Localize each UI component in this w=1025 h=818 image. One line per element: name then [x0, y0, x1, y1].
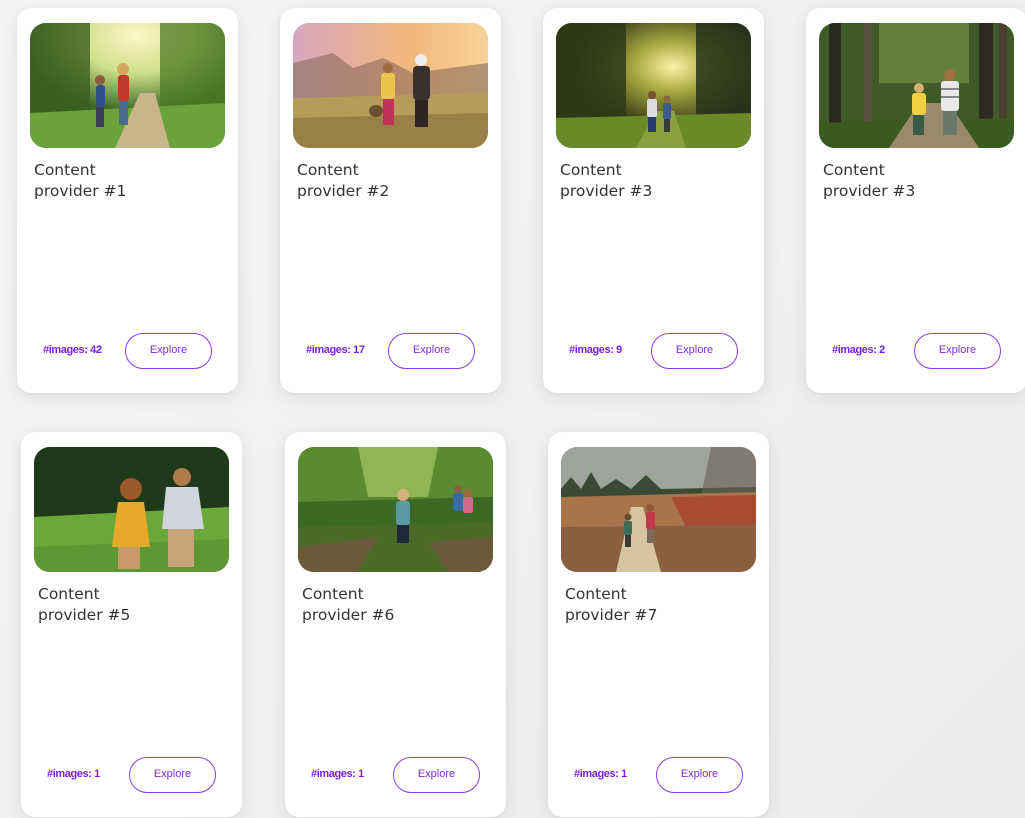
provider-title: Content provider #5: [38, 585, 131, 624]
image-count: #images: 2: [832, 344, 885, 356]
provider-thumbnail[interactable]: [30, 23, 225, 148]
card-footer: #images: 42 Explore: [17, 333, 238, 369]
provider-card: Content provider #7 #images: 1 Explore: [548, 432, 769, 817]
provider-thumbnail[interactable]: [556, 23, 751, 148]
provider-thumbnail[interactable]: [819, 23, 1014, 148]
card-footer: #images: 1 Explore: [285, 757, 506, 793]
explore-button[interactable]: Explore: [651, 333, 738, 369]
provider-card: Content provider #6 #images: 1 Explore: [285, 432, 506, 817]
provider-card: Content provider #3 #images: 9 Explore: [543, 8, 764, 393]
provider-card: Content provider #1 #images: 42 Explore: [17, 8, 238, 393]
image-count: #images: 42: [43, 344, 102, 356]
explore-button[interactable]: Explore: [656, 757, 743, 793]
provider-title: Content provider #2: [297, 161, 390, 200]
provider-title: Content provider #3: [823, 161, 916, 200]
image-count: #images: 1: [47, 768, 100, 780]
provider-thumbnail[interactable]: [293, 23, 488, 148]
provider-card: Content provider #5 #images: 1 Explore: [21, 432, 242, 817]
provider-thumbnail[interactable]: [34, 447, 229, 572]
provider-card: Content provider #3 #images: 2 Explore: [806, 8, 1025, 393]
provider-title: Content provider #7: [565, 585, 658, 624]
image-count: #images: 17: [306, 344, 365, 356]
provider-thumbnail[interactable]: [561, 447, 756, 572]
explore-button[interactable]: Explore: [393, 757, 480, 793]
explore-button[interactable]: Explore: [914, 333, 1001, 369]
provider-card: Content provider #2 #images: 17 Explore: [280, 8, 501, 393]
card-footer: #images: 17 Explore: [280, 333, 501, 369]
card-footer: #images: 2 Explore: [806, 333, 1025, 369]
card-footer: #images: 1 Explore: [21, 757, 242, 793]
explore-button[interactable]: Explore: [388, 333, 475, 369]
image-count: #images: 9: [569, 344, 622, 356]
explore-button[interactable]: Explore: [125, 333, 212, 369]
image-count: #images: 1: [574, 768, 627, 780]
image-count: #images: 1: [311, 768, 364, 780]
provider-title: Content provider #6: [302, 585, 395, 624]
provider-thumbnail[interactable]: [298, 447, 493, 572]
card-footer: #images: 9 Explore: [543, 333, 764, 369]
provider-title: Content provider #1: [34, 161, 127, 200]
card-footer: #images: 1 Explore: [548, 757, 769, 793]
provider-title: Content provider #3: [560, 161, 653, 200]
explore-button[interactable]: Explore: [129, 757, 216, 793]
